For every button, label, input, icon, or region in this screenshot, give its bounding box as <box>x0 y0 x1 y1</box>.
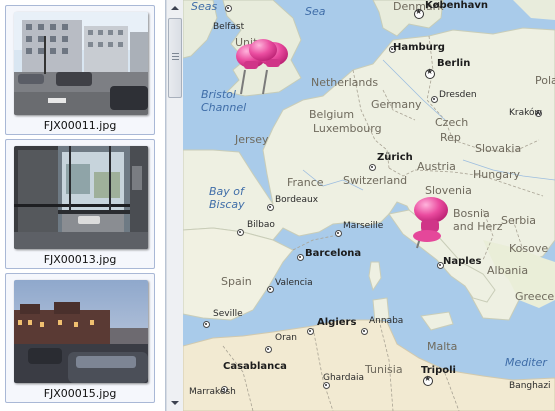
capital-marker-icon <box>423 374 433 386</box>
map-label-country: France <box>287 176 324 189</box>
map-label-city: Hamburg <box>393 42 445 53</box>
photo-thumbnail-image[interactable] <box>14 146 148 249</box>
map-label-city: Kraków <box>509 108 542 118</box>
map-label-sea: Seas <box>191 0 218 13</box>
map-label-city: Marseille <box>343 221 384 231</box>
scroll-down-arrow-icon[interactable] <box>167 395 183 411</box>
scrollbar-thumb[interactable] <box>168 18 182 98</box>
map-label-country: Hungary <box>473 168 520 181</box>
map-label-city: Berlin <box>437 58 471 69</box>
map-label-city: Valencia <box>275 278 313 288</box>
map-label-country: Belgium <box>309 108 355 121</box>
map-label-city: Casablanca <box>223 361 287 372</box>
map-label-city: København <box>425 0 489 11</box>
city-marker-icon <box>267 204 274 211</box>
map-label-country: Bosnia and Herz <box>453 207 503 233</box>
map-label-country: Spain <box>221 275 252 288</box>
map-label-country: Greece <box>515 290 555 303</box>
city-marker-icon <box>335 230 342 237</box>
map-label-sea: Sea <box>305 5 326 18</box>
map-label-country: Jersey <box>235 133 269 146</box>
map-label-country: Slovakia <box>475 142 522 155</box>
map-label-city: Naples <box>443 256 482 267</box>
photo-thumbnail-card[interactable]: FJX00013.jpg <box>5 139 155 269</box>
map-label-city: Dresden <box>439 90 477 100</box>
map-label-country: Tunisia <box>365 363 403 376</box>
city-marker-icon <box>267 286 274 293</box>
map-label-country: Pola <box>535 74 555 87</box>
map-label-country: Malta <box>427 340 458 353</box>
city-marker-icon <box>431 96 438 103</box>
map-label-city: Bordeaux <box>275 195 319 205</box>
map-label-city: Banghazi <box>509 381 551 391</box>
map-label-city: Annaba <box>369 316 404 326</box>
capital-marker-icon <box>425 67 435 79</box>
city-marker-icon <box>203 321 210 328</box>
thumbnail-scrollbar[interactable] <box>166 0 183 411</box>
city-marker-icon <box>361 328 368 335</box>
map-label-city: Algiers <box>317 317 357 328</box>
map-label-country: Austria <box>417 160 456 173</box>
photo-thumbnail-image[interactable] <box>14 12 148 115</box>
map-label-city: Ghardaia <box>323 373 364 383</box>
map-label-country: Rep <box>440 131 461 144</box>
map-label-country: Albania <box>487 264 529 277</box>
city-marker-icon <box>307 328 314 335</box>
photo-filename: FJX00011.jpg <box>43 119 117 132</box>
photo-map-app: FJX00011.jpg FJX00013.jpg FJX00015.jpg S… <box>0 0 555 411</box>
map-label-country: Serbia <box>501 214 537 227</box>
city-marker-icon <box>265 346 272 353</box>
map-label-country: Netherlands <box>311 76 379 89</box>
map-label-country: Germany <box>371 98 422 111</box>
map-label-mediterranean: Mediter <box>505 356 547 369</box>
photo-thumbnail-image[interactable] <box>14 280 148 383</box>
photo-thumbnail-card[interactable]: FJX00011.jpg <box>5 5 155 135</box>
photo-filename: FJX00015.jpg <box>43 387 117 400</box>
map-label-city: Bilbao <box>247 220 275 230</box>
map-view[interactable]: Seas Sea Bristol Channel Bay of Biscay M… <box>183 0 555 411</box>
city-marker-icon <box>323 382 330 389</box>
map-label-bay-of-biscay: Bay of Biscay <box>209 185 245 211</box>
map-label-city: Zürich <box>377 152 413 163</box>
photo-thumbnail-card[interactable]: FJX00015.jpg <box>5 273 155 403</box>
capital-marker-icon <box>414 7 424 19</box>
city-marker-icon <box>237 229 244 236</box>
map-label-country: Czech <box>435 116 469 129</box>
map-label-city: Belfast <box>213 22 245 32</box>
map-label-city: Oran <box>275 333 298 343</box>
city-marker-icon <box>369 164 376 171</box>
map-label-city: Tripoli <box>421 365 456 376</box>
scroll-up-arrow-icon[interactable] <box>167 0 183 16</box>
photo-thumbnail-list: FJX00011.jpg FJX00013.jpg FJX00015.jpg <box>0 0 166 411</box>
city-marker-icon <box>297 254 304 261</box>
map-label-country: Switzerland <box>343 174 408 187</box>
map-label-country: Luxembourg <box>313 122 382 135</box>
city-marker-icon <box>225 5 232 12</box>
photo-filename: FJX00013.jpg <box>43 253 117 266</box>
map-label-city: Seville <box>213 309 243 319</box>
map-label-city: Barcelona <box>305 248 362 259</box>
map-label-city: Marrakesh <box>189 387 236 397</box>
map-label-country: Kosove <box>509 242 549 255</box>
